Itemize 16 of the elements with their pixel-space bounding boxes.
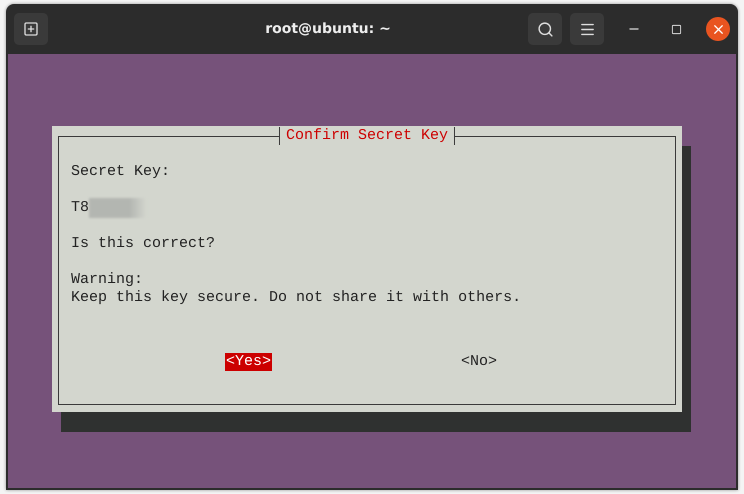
close-button[interactable] bbox=[706, 17, 730, 41]
new-tab-button[interactable] bbox=[14, 13, 48, 45]
window-title: root@ubuntu: ~ bbox=[264, 21, 392, 37]
search-button[interactable] bbox=[528, 13, 562, 45]
search-icon bbox=[536, 20, 554, 38]
question-text: Is this correct? bbox=[71, 235, 216, 253]
new-tab-icon bbox=[23, 21, 39, 37]
secret-key-label: Secret Key: bbox=[71, 163, 172, 181]
dialog-button[interactable]: <No> bbox=[460, 353, 498, 371]
menu-button[interactable] bbox=[570, 13, 604, 45]
dialog-button[interactable]: <Yes> bbox=[225, 353, 272, 371]
dialog-title: Confirm Secret Key bbox=[278, 127, 456, 145]
secret-key-value: T8 bbox=[71, 199, 90, 217]
maximize-icon bbox=[670, 24, 682, 34]
warning-heading: Warning: bbox=[71, 271, 144, 289]
warning-text: Keep this key secure. Do not share it with others. bbox=[71, 289, 522, 307]
